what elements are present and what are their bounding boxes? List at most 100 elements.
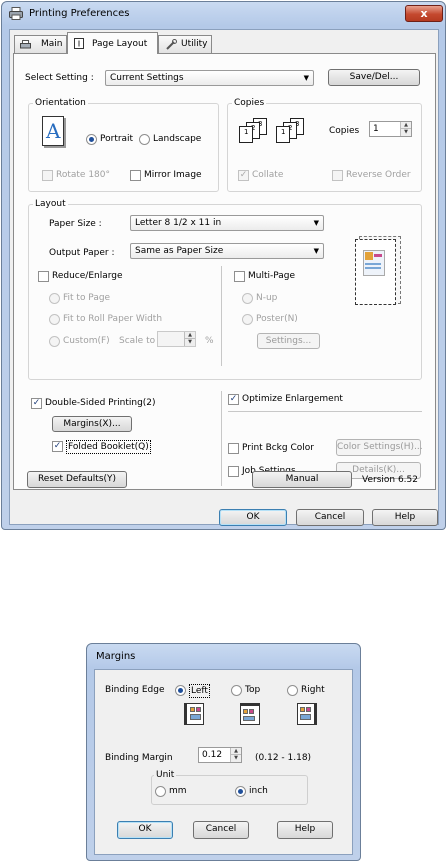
rotate-180-checkbox[interactable] bbox=[42, 170, 53, 181]
copies-spinner[interactable]: 1 ▲ ▼ bbox=[369, 121, 412, 137]
double-sided-label: Double-Sided Printing(2) bbox=[45, 398, 156, 408]
chevron-down-icon: ▼ bbox=[313, 247, 319, 255]
orientation-preview-glyph: A bbox=[46, 119, 61, 143]
layout-divider bbox=[221, 266, 222, 366]
binding-left-radio[interactable] bbox=[175, 685, 186, 696]
mirror-image-label: Mirror Image bbox=[144, 170, 202, 180]
select-setting-value: Current Settings bbox=[110, 73, 184, 83]
margins-title-bar[interactable]: Margins bbox=[87, 644, 360, 668]
reverse-order-checkbox[interactable] bbox=[332, 170, 343, 181]
collate-checkbox[interactable]: ✓ bbox=[238, 170, 249, 181]
portrait-radio[interactable] bbox=[86, 134, 97, 145]
help-button[interactable]: Help bbox=[372, 509, 438, 526]
copies-value: 1 bbox=[373, 124, 379, 134]
collate-label: Collate bbox=[252, 170, 284, 180]
margins-button[interactable]: Margins(X)... bbox=[52, 416, 132, 432]
reset-defaults-label: Reset Defaults(Y) bbox=[37, 474, 117, 484]
cancel-button[interactable]: Cancel bbox=[296, 509, 364, 526]
poster-radio[interactable] bbox=[242, 314, 253, 325]
margins-ok-button[interactable]: OK bbox=[117, 821, 173, 839]
spin-down-icon[interactable]: ▼ bbox=[400, 129, 411, 136]
save-del-button[interactable]: Save/Del... bbox=[328, 69, 420, 86]
close-button[interactable]: x bbox=[405, 5, 443, 22]
landscape-radio[interactable] bbox=[139, 134, 150, 145]
window-client-area: Main Page Layout Utility Select Setting … bbox=[9, 29, 439, 526]
spin-up-icon[interactable]: ▲ bbox=[184, 332, 195, 339]
margins-cancel-label: Cancel bbox=[205, 824, 237, 834]
tab-page-layout[interactable]: Page Layout bbox=[67, 32, 158, 54]
spin-down-icon[interactable]: ▼ bbox=[184, 339, 195, 346]
fit-roll-radio[interactable] bbox=[49, 314, 60, 325]
select-setting-label: Select Setting : bbox=[25, 73, 94, 83]
poster-label: Poster(N) bbox=[256, 314, 298, 324]
unit-mm-radio[interactable] bbox=[155, 786, 166, 797]
reset-defaults-button[interactable]: Reset Defaults(Y) bbox=[27, 471, 127, 488]
printer-icon bbox=[20, 40, 31, 49]
optimize-enlargement-checkbox[interactable]: ✓ bbox=[228, 394, 239, 405]
select-setting-dropdown[interactable]: Current Settings ▼ bbox=[105, 70, 314, 86]
binding-margin-value: 0.12 bbox=[202, 750, 223, 760]
optimize-enlargement-label: Optimize Enlargement bbox=[242, 394, 343, 404]
portrait-label: Portrait bbox=[100, 134, 134, 144]
margins-cancel-button[interactable]: Cancel bbox=[193, 821, 249, 839]
margins-dialog: Margins Binding Edge Left Top Right Bind… bbox=[86, 643, 361, 861]
paper-size-dropdown[interactable]: Letter 8 1/2 x 11 in ▼ bbox=[130, 215, 324, 231]
binding-right-label: Right bbox=[301, 685, 325, 695]
unit-inch-label: inch bbox=[249, 786, 268, 796]
collated-stack-icon: 3 2 1 bbox=[239, 118, 273, 144]
multi-page-settings-button[interactable]: Settings... bbox=[257, 333, 320, 349]
spin-up-icon[interactable]: ▲ bbox=[230, 748, 241, 755]
binding-left-icon bbox=[184, 703, 204, 725]
manual-button[interactable]: Manual bbox=[252, 471, 352, 488]
spin-up-icon[interactable]: ▲ bbox=[400, 122, 411, 129]
copies-label: Copies bbox=[329, 126, 360, 136]
tab-utility-label: Utility bbox=[181, 39, 208, 49]
margins-title: Margins bbox=[96, 651, 136, 662]
paper-size-label: Paper Size : bbox=[49, 219, 102, 229]
margins-help-label: Help bbox=[294, 824, 316, 834]
tab-main-label: Main bbox=[41, 39, 63, 49]
mirror-image-checkbox[interactable] bbox=[130, 170, 141, 181]
copies-group-label: Copies bbox=[232, 98, 267, 108]
output-paper-value: Same as Paper Size bbox=[135, 246, 224, 256]
manual-label: Manual bbox=[285, 474, 319, 484]
output-paper-dropdown[interactable]: Same as Paper Size ▼ bbox=[130, 243, 324, 259]
print-bckg-color-label: Print Bckg Color bbox=[242, 443, 314, 453]
binding-top-radio[interactable] bbox=[231, 685, 242, 696]
tab-utility[interactable]: Utility bbox=[158, 35, 212, 53]
scale-spinner[interactable]: ▲ ▼ bbox=[157, 331, 196, 347]
n-up-label: N-up bbox=[256, 293, 278, 303]
spin-down-icon[interactable]: ▼ bbox=[230, 755, 241, 762]
unit-inch-radio[interactable] bbox=[235, 786, 246, 797]
binding-edge-label: Binding Edge bbox=[105, 685, 165, 695]
binding-margin-spinner[interactable]: 0.12 ▲ ▼ bbox=[198, 747, 242, 763]
close-icon: x bbox=[420, 7, 428, 20]
color-settings-button[interactable]: Color Settings(H)... bbox=[336, 439, 423, 456]
reduce-enlarge-checkbox[interactable] bbox=[38, 271, 49, 282]
help-label: Help bbox=[394, 512, 416, 522]
tab-main[interactable]: Main bbox=[14, 35, 67, 53]
print-bckg-color-checkbox[interactable] bbox=[228, 443, 239, 454]
landscape-label: Landscape bbox=[153, 134, 202, 144]
title-bar[interactable]: Printing Preferences x bbox=[2, 2, 445, 28]
n-up-radio[interactable] bbox=[242, 293, 253, 304]
save-del-label: Save/Del... bbox=[349, 72, 399, 82]
double-sided-checkbox[interactable]: ✓ bbox=[31, 398, 42, 409]
job-settings-checkbox[interactable] bbox=[228, 466, 239, 477]
printer-icon bbox=[9, 7, 23, 20]
custom-radio[interactable] bbox=[49, 336, 60, 347]
folded-booklet-label: Folded Booklet(Q) bbox=[66, 440, 151, 454]
collated-stack-icon: 3 2 1 bbox=[276, 118, 310, 144]
multi-page-checkbox[interactable] bbox=[234, 271, 245, 282]
ok-button[interactable]: OK bbox=[219, 509, 287, 526]
chevron-down-icon: ▼ bbox=[303, 74, 309, 82]
binding-right-radio[interactable] bbox=[287, 685, 298, 696]
color-settings-label: Color Settings(H)... bbox=[337, 442, 423, 452]
page-layout-panel: Select Setting : Current Settings ▼ Save… bbox=[13, 53, 436, 490]
margins-help-button[interactable]: Help bbox=[277, 821, 333, 839]
output-paper-label: Output Paper : bbox=[49, 248, 115, 258]
folded-booklet-checkbox[interactable]: ✓ bbox=[52, 441, 63, 452]
wrench-icon bbox=[166, 39, 177, 50]
binding-margin-label: Binding Margin bbox=[105, 753, 173, 763]
fit-to-page-radio[interactable] bbox=[49, 293, 60, 304]
